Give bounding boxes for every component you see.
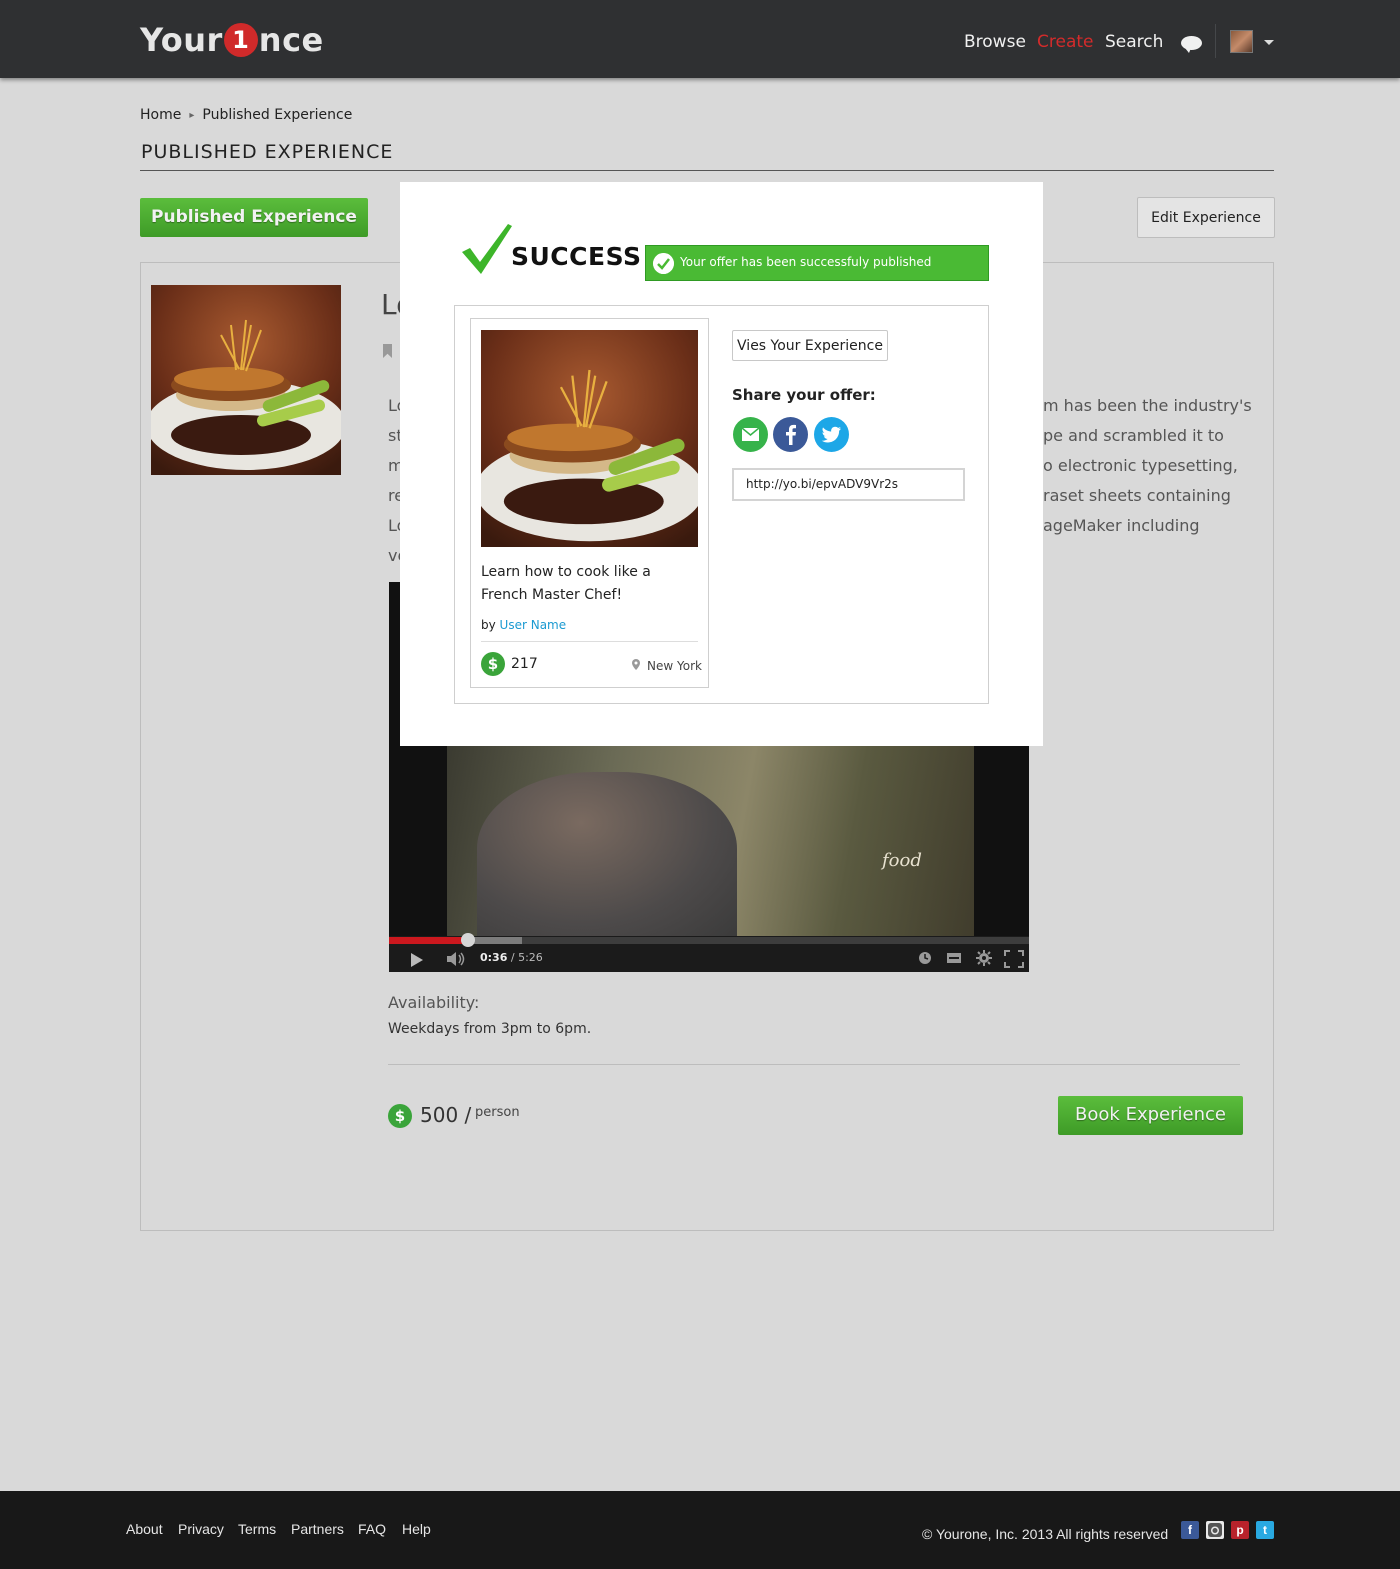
video-progress-played (389, 937, 468, 944)
footer-about-link[interactable]: About (126, 1521, 163, 1537)
published-experience-button[interactable]: Published Experience (140, 198, 368, 237)
video-duration: / 5:26 (510, 951, 543, 964)
share-label: Share your offer: (732, 386, 876, 404)
success-message: Your offer has been successfuly publishe… (680, 255, 932, 269)
footer-partners-link[interactable]: Partners (291, 1521, 344, 1537)
breadcrumb: Home ▸ Published Experience (140, 107, 352, 123)
experience-photo (151, 285, 341, 475)
gear-icon[interactable] (976, 950, 992, 966)
dollar-icon: $ (388, 1104, 412, 1128)
twitter-icon[interactable]: t (1256, 1521, 1274, 1539)
fullscreen-icon[interactable] (1004, 950, 1024, 968)
card-byline: by User Name (481, 618, 566, 632)
copyright-text: © Yourone, Inc. 2013 All rights reserved (922, 1526, 1169, 1542)
card-photo (481, 330, 698, 547)
chevron-down-icon[interactable] (1264, 40, 1274, 45)
availability-label: Availability: (388, 993, 480, 1012)
description-fragment: m has been the industry's (1043, 396, 1252, 415)
price-unit: person (475, 1105, 520, 1120)
play-icon[interactable] (411, 953, 423, 967)
description-fragment: o electronic typesetting, (1043, 456, 1238, 475)
card-divider (481, 641, 698, 642)
location-pin-icon (632, 659, 640, 670)
twitter-share-button[interactable] (814, 417, 849, 452)
card-author-link[interactable]: User Name (500, 618, 567, 632)
video-frame (447, 732, 974, 950)
email-share-button[interactable] (733, 417, 768, 452)
price-divider (388, 1064, 1240, 1065)
card-by-prefix: by (481, 618, 496, 632)
availability-value: Weekdays from 3pm to 6pm. (388, 1021, 592, 1037)
pinterest-icon[interactable]: p (1231, 1521, 1249, 1539)
success-banner: Your offer has been successfuly publishe… (645, 245, 989, 281)
logo-text-right: nce (258, 21, 324, 59)
breadcrumb-separator-icon: ▸ (189, 109, 195, 121)
footer-privacy-link[interactable]: Privacy (178, 1521, 224, 1537)
facebook-icon (786, 424, 796, 445)
description-fragment: ageMaker including (1043, 516, 1200, 535)
watch-later-icon[interactable] (917, 950, 933, 966)
page-title: PUBLISHED EXPERIENCE (141, 141, 394, 163)
captions-icon[interactable] (946, 950, 962, 966)
logo-text-left: Your (140, 21, 223, 59)
card-title[interactable]: Learn how to cook like a French Master C… (481, 561, 701, 607)
share-url-field[interactable]: http://yo.bi/epvADV9Vr2s (732, 468, 965, 501)
edit-experience-button[interactable]: Edit Experience (1137, 197, 1275, 238)
instagram-icon[interactable] (1206, 1521, 1224, 1539)
email-icon (741, 427, 760, 441)
nav-search-link[interactable]: Search (1105, 32, 1163, 52)
chat-bubble-icon[interactable] (1181, 36, 1202, 53)
twitter-icon (821, 426, 841, 443)
user-avatar[interactable] (1230, 30, 1253, 53)
footer-terms-link[interactable]: Terms (238, 1521, 276, 1537)
breadcrumb-home-link[interactable]: Home (140, 107, 181, 123)
price-amount: 500 / (420, 1103, 472, 1127)
volume-icon[interactable] (447, 952, 467, 966)
card-count: 217 (511, 656, 538, 672)
success-modal: SUCCESS! Your offer has been successfuly… (400, 182, 1043, 746)
facebook-icon[interactable]: f (1181, 1521, 1199, 1539)
success-title: SUCCESS! (511, 242, 654, 271)
yourone-logo[interactable]: Your 1 nce (140, 18, 324, 62)
nav-divider (1215, 24, 1216, 58)
book-experience-button[interactable]: Book Experience (1058, 1096, 1243, 1135)
footer-help-link[interactable]: Help (402, 1521, 431, 1537)
facebook-share-button[interactable] (773, 417, 808, 452)
video-current-time: 0:36 (480, 951, 508, 964)
view-experience-button[interactable]: Vies Your Experience (732, 330, 888, 361)
breadcrumb-current: Published Experience (202, 107, 353, 123)
card-city: New York (647, 659, 702, 673)
nav-create-link[interactable]: Create (1037, 32, 1094, 52)
video-watermark: food (882, 850, 922, 871)
footer-faq-link[interactable]: FAQ (358, 1521, 386, 1537)
nav-browse-link[interactable]: Browse (964, 32, 1026, 52)
video-scrubber-handle[interactable] (461, 933, 475, 947)
check-circle-icon (653, 253, 674, 274)
top-navbar: Your 1 nce Browse Create Search (0, 0, 1400, 78)
description-fragment: pe and scrambled it to (1043, 426, 1224, 445)
title-divider (140, 170, 1274, 171)
dollar-icon: $ (481, 652, 505, 676)
checkmark-icon (462, 224, 512, 274)
video-time: 0:36 / 5:26 (480, 951, 543, 964)
logo-one-badge: 1 (223, 23, 258, 57)
video-subject (477, 772, 737, 942)
description-fragment: raset sheets containing (1043, 486, 1231, 505)
